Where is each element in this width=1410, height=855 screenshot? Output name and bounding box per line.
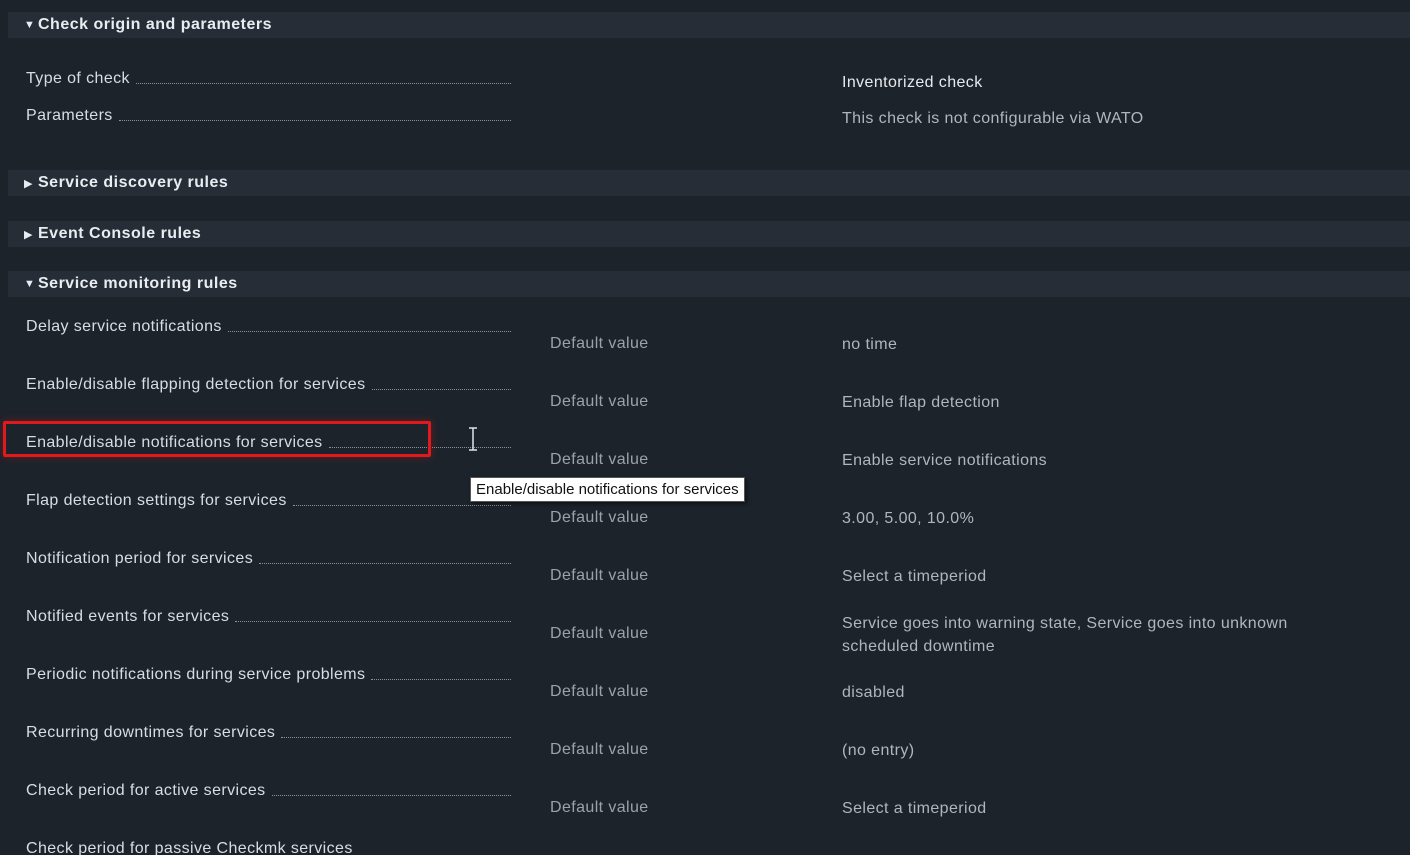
rule-value: Enable service notifications [842, 452, 1048, 469]
rule-label-link[interactable]: Delay service notifications [26, 318, 222, 336]
rule-value: 3.00, 5.00, 10.0% [842, 510, 975, 527]
rule-value: Select a timeperiod [842, 800, 987, 817]
rule-setting: Default value [550, 799, 649, 816]
section-title: Event Console rules [38, 225, 202, 242]
triangle-down-icon: ▼ [24, 278, 36, 290]
rule-label-link[interactable]: Flap detection settings for services [26, 492, 287, 510]
rule-label-link[interactable]: Enable/disable flapping detection for se… [26, 376, 366, 394]
rule-value: no time [842, 336, 898, 353]
section-title: Service discovery rules [38, 174, 229, 191]
rule-label-link[interactable]: Notification period for services [26, 550, 253, 568]
dotted-leader [371, 389, 511, 390]
rule-label-link[interactable]: Check period for active services [26, 782, 266, 800]
param-label: Type of check [26, 70, 130, 87]
rule-setting: Default value [550, 741, 649, 758]
triangle-right-icon: ▶ [24, 177, 33, 190]
rule-setting: Default value [550, 335, 649, 352]
dotted-leader [371, 679, 511, 680]
rule-value: disabled [842, 684, 905, 701]
rule-setting: Default value [550, 451, 649, 468]
rule-setting: Default value [550, 393, 649, 410]
param-value: This check is not configurable via WATO [842, 110, 1144, 127]
section-header-check-origin[interactable]: ▼ Check origin and parameters [8, 12, 1410, 38]
param-value: Inventorized check [842, 74, 983, 91]
triangle-down-icon: ▼ [24, 19, 36, 31]
dotted-leader [281, 737, 511, 738]
dotted-leader [135, 83, 511, 84]
text-cursor-icon [469, 427, 477, 451]
rule-label-link[interactable]: Notified events for services [26, 608, 229, 626]
dotted-leader [328, 447, 511, 448]
section-header-service-discovery[interactable]: ▶ Service discovery rules [8, 170, 1410, 196]
rule-value: Select a timeperiod [842, 568, 987, 585]
rule-setting: Default value [550, 509, 649, 526]
dotted-leader [118, 120, 511, 121]
section-header-event-console[interactable]: ▶ Event Console rules [8, 221, 1410, 247]
section-title: Service monitoring rules [38, 275, 238, 292]
rule-value: (no entry) [842, 742, 915, 759]
rule-label-link[interactable]: Enable/disable notifications for service… [26, 434, 323, 452]
dotted-leader [259, 563, 511, 564]
dotted-leader [235, 621, 511, 622]
rule-label-link[interactable]: Periodic notifications during service pr… [26, 666, 365, 684]
rule-setting: Default value [550, 683, 649, 700]
rule-value: Enable flap detection [842, 394, 1000, 411]
hover-tooltip: Enable/disable notifications for service… [470, 477, 745, 502]
param-label: Parameters [26, 107, 113, 124]
rule-label-link[interactable]: Recurring downtimes for services [26, 724, 275, 742]
rule-setting: Default value [550, 625, 649, 642]
dotted-leader [227, 331, 511, 332]
service-parameters-panel: ▼ Check origin and parameters Type of ch… [8, 12, 1410, 855]
rule-value: Service goes into warning state, Service… [842, 615, 1288, 632]
dotted-leader [271, 795, 511, 796]
page: ▼ Check origin and parameters Type of ch… [0, 0, 1410, 855]
section-title: Check origin and parameters [38, 16, 273, 33]
triangle-right-icon: ▶ [24, 228, 33, 241]
rule-value-continued: scheduled downtime [842, 638, 996, 655]
dotted-leader [292, 505, 511, 506]
rule-setting: Default value [550, 567, 649, 584]
rule-label-link[interactable]: Check period for passive Checkmk service… [26, 840, 353, 855]
section-header-service-monitoring[interactable]: ▼ Service monitoring rules [8, 271, 1410, 297]
